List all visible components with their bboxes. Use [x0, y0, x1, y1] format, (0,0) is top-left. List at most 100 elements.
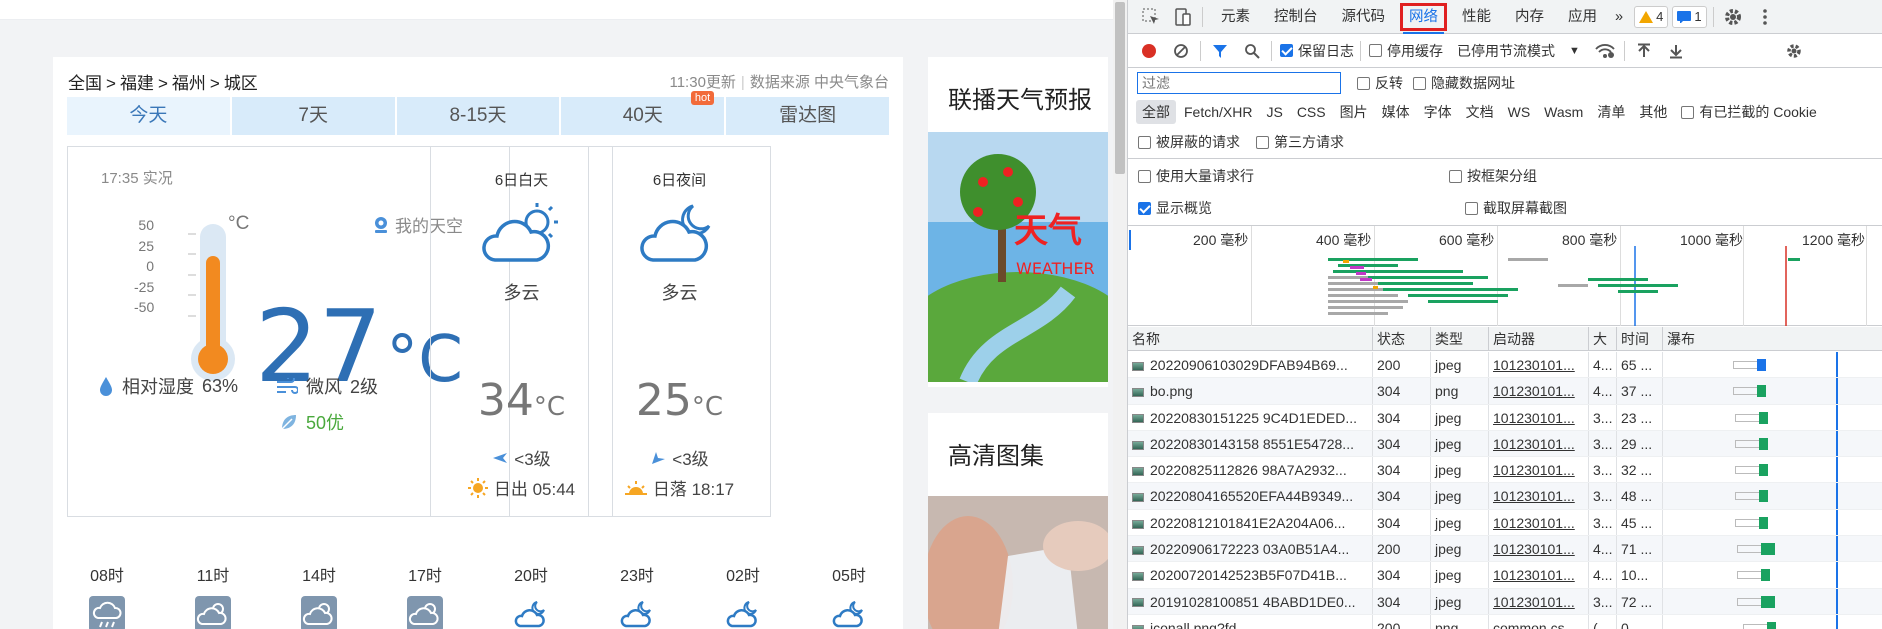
checkbox-unchecked[interactable] — [1449, 169, 1462, 183]
clear-icon[interactable] — [1168, 38, 1194, 64]
preserve-log-checkbox[interactable]: 保留日志 — [1280, 41, 1354, 61]
table-row[interactable]: 20220812101841E2A204A06... 304 jpeg 1012301… — [1128, 509, 1882, 537]
table-row[interactable]: 20220906103029DFAB94B69... 200 jpeg 1012301… — [1128, 352, 1882, 379]
column-size[interactable]: 大 — [1589, 327, 1617, 351]
messages-badge[interactable]: 1 — [1672, 5, 1707, 28]
hide-data-urls-checkbox[interactable]: 隐藏数据网址 — [1413, 73, 1515, 93]
table-row[interactable]: 20220906172223 03A0B51A4... 200 jpeg 101230… — [1128, 536, 1882, 563]
network-conditions-icon[interactable] — [1592, 38, 1618, 64]
disable-cache-checkbox[interactable]: 停用缓存 — [1369, 41, 1443, 61]
checkbox-unchecked[interactable] — [1681, 105, 1695, 119]
network-settings-gear-icon[interactable] — [1781, 38, 1807, 64]
checkbox-unchecked[interactable] — [1256, 135, 1269, 149]
scrollbar-thumb[interactable] — [1115, 2, 1125, 174]
blocked-cookies-checkbox[interactable]: 有已拦截的 Cookie — [1681, 102, 1817, 122]
type-filter-js[interactable]: JS — [1260, 102, 1288, 122]
filter-input[interactable] — [1137, 72, 1341, 94]
settings-gear-icon[interactable] — [1720, 4, 1746, 30]
request-initiator[interactable]: 101230101... — [1489, 457, 1589, 483]
breadcrumb-fuzhou[interactable]: 福州 — [172, 74, 206, 93]
tab-40-days[interactable]: 40天 hot — [561, 91, 725, 135]
tab-network[interactable]: 网络 — [1397, 0, 1450, 34]
tab-7-days[interactable]: 7天 — [231, 97, 395, 135]
export-har-icon[interactable] — [1663, 38, 1689, 64]
search-icon[interactable] — [1239, 38, 1265, 64]
checkbox-unchecked[interactable] — [1413, 76, 1426, 90]
request-initiator[interactable]: 101230101... — [1489, 430, 1589, 457]
request-initiator[interactable]: 101230101... — [1489, 588, 1589, 614]
breadcrumb-fujian[interactable]: 福建 — [120, 74, 154, 93]
table-row[interactable]: iconall.png?fd 200 png common.cs... (... 0 ..… — [1128, 614, 1882, 629]
tab-console[interactable]: 控制台 — [1262, 0, 1330, 34]
table-row[interactable]: 20220804165520EFA44B9349... 304 jpeg 101230… — [1128, 483, 1882, 510]
checkbox-unchecked[interactable] — [1465, 201, 1478, 215]
weather-broadcast-image[interactable]: 天气 WEATHER — [928, 132, 1108, 382]
table-row[interactable]: 20200720142523B5F07D41B... 304 jpeg 1012301… — [1128, 562, 1882, 589]
type-filter-wasm[interactable]: Wasm — [1538, 102, 1589, 122]
more-tabs-icon[interactable]: » — [1609, 0, 1629, 34]
tab-memory[interactable]: 内存 — [1503, 0, 1556, 34]
type-filter-ws[interactable]: WS — [1502, 102, 1537, 122]
group-by-frame-checkbox[interactable]: 按框架分组 — [1449, 166, 1537, 186]
timeline-overview[interactable]: 200 毫秒 400 毫秒 600 毫秒 800 毫秒 1000 毫秒 1200… — [1128, 226, 1882, 326]
table-row[interactable]: 20191028100851 4BABD1DE0... 304 jpeg 101230… — [1128, 588, 1882, 615]
type-filter-doc[interactable]: 文档 — [1460, 100, 1500, 124]
page-scrollbar[interactable] — [1113, 0, 1127, 629]
request-initiator[interactable]: 101230101... — [1489, 562, 1589, 588]
type-filter-media[interactable]: 媒体 — [1376, 100, 1416, 124]
request-initiator[interactable]: 101230101... — [1489, 536, 1589, 562]
blocked-requests-checkbox[interactable]: 被屏蔽的请求 — [1138, 132, 1240, 152]
gallery-image[interactable] — [928, 496, 1108, 629]
warnings-badge[interactable]: 4 — [1634, 5, 1669, 28]
table-row[interactable]: 20220825112826 98A7A2932... 304 jpeg 101230… — [1128, 457, 1882, 484]
chevron-down-icon[interactable]: ▼ — [1569, 45, 1580, 57]
request-initiator[interactable]: 101230101... — [1489, 404, 1589, 430]
tab-sources[interactable]: 源代码 — [1330, 0, 1398, 34]
large-rows-checkbox[interactable]: 使用大量请求行 — [1138, 166, 1254, 186]
capture-screenshots-checkbox[interactable]: 截取屏幕截图 — [1465, 198, 1567, 218]
checkbox-unchecked[interactable] — [1369, 44, 1382, 57]
type-filter-all[interactable]: 全部 — [1136, 100, 1176, 124]
table-row[interactable]: bo.png 304 png 101230101... 4... 37 ... — [1128, 378, 1882, 405]
request-initiator[interactable]: 101230101... — [1489, 483, 1589, 509]
checkbox-checked[interactable] — [1138, 201, 1151, 215]
type-filter-fetch-xhr[interactable]: Fetch/XHR — [1178, 102, 1258, 122]
filter-funnel-icon[interactable] — [1207, 38, 1233, 64]
type-filter-css[interactable]: CSS — [1291, 102, 1332, 122]
tab-performance[interactable]: 性能 — [1450, 0, 1503, 34]
checkbox-unchecked[interactable] — [1357, 76, 1370, 90]
throttling-select[interactable]: 已停用节流模式 — [1457, 41, 1555, 61]
invert-checkbox[interactable]: 反转 — [1357, 73, 1403, 93]
column-type[interactable]: 类型 — [1431, 327, 1489, 351]
type-filter-img[interactable]: 图片 — [1334, 100, 1374, 124]
column-time[interactable]: 时间 — [1617, 327, 1663, 351]
tab-today[interactable]: 今天 — [67, 97, 230, 135]
tab-application[interactable]: 应用 — [1556, 0, 1609, 34]
record-icon[interactable] — [1136, 38, 1162, 64]
checkbox-unchecked[interactable] — [1138, 169, 1151, 183]
request-initiator[interactable]: 101230101... — [1489, 352, 1589, 378]
third-party-checkbox[interactable]: 第三方请求 — [1256, 132, 1344, 152]
column-status[interactable]: 状态 — [1373, 327, 1431, 351]
type-filter-manifest[interactable]: 清单 — [1591, 100, 1631, 124]
request-initiator[interactable]: common.cs... — [1489, 614, 1589, 629]
inspect-element-icon[interactable] — [1138, 4, 1164, 30]
checkbox-checked[interactable] — [1280, 44, 1293, 57]
tab-8-15-days[interactable]: 8-15天 — [396, 97, 560, 135]
table-row[interactable]: 20220830151225 9C4D1EDED... 304 jpeg 101230… — [1128, 404, 1882, 431]
air-quality[interactable]: 50优 — [280, 409, 344, 435]
table-row[interactable]: 20220830143158 8551E54728... 304 jpeg 10123… — [1128, 430, 1882, 458]
type-filter-other[interactable]: 其他 — [1633, 100, 1673, 124]
device-toolbar-icon[interactable] — [1170, 4, 1196, 30]
tab-radar[interactable]: 雷达图 — [726, 97, 889, 135]
more-options-icon[interactable] — [1752, 4, 1778, 30]
checkbox-unchecked[interactable] — [1138, 135, 1151, 149]
column-name[interactable]: 名称 — [1128, 327, 1373, 351]
request-initiator[interactable]: 101230101... — [1489, 509, 1589, 536]
type-filter-font[interactable]: 字体 — [1418, 100, 1458, 124]
column-waterfall[interactable]: 瀑布 — [1663, 327, 1882, 351]
import-har-icon[interactable] — [1631, 38, 1657, 64]
breadcrumb-all[interactable]: 全国 — [68, 74, 102, 93]
request-initiator[interactable]: 101230101... — [1489, 378, 1589, 404]
show-overview-checkbox[interactable]: 显示概览 — [1138, 198, 1212, 218]
